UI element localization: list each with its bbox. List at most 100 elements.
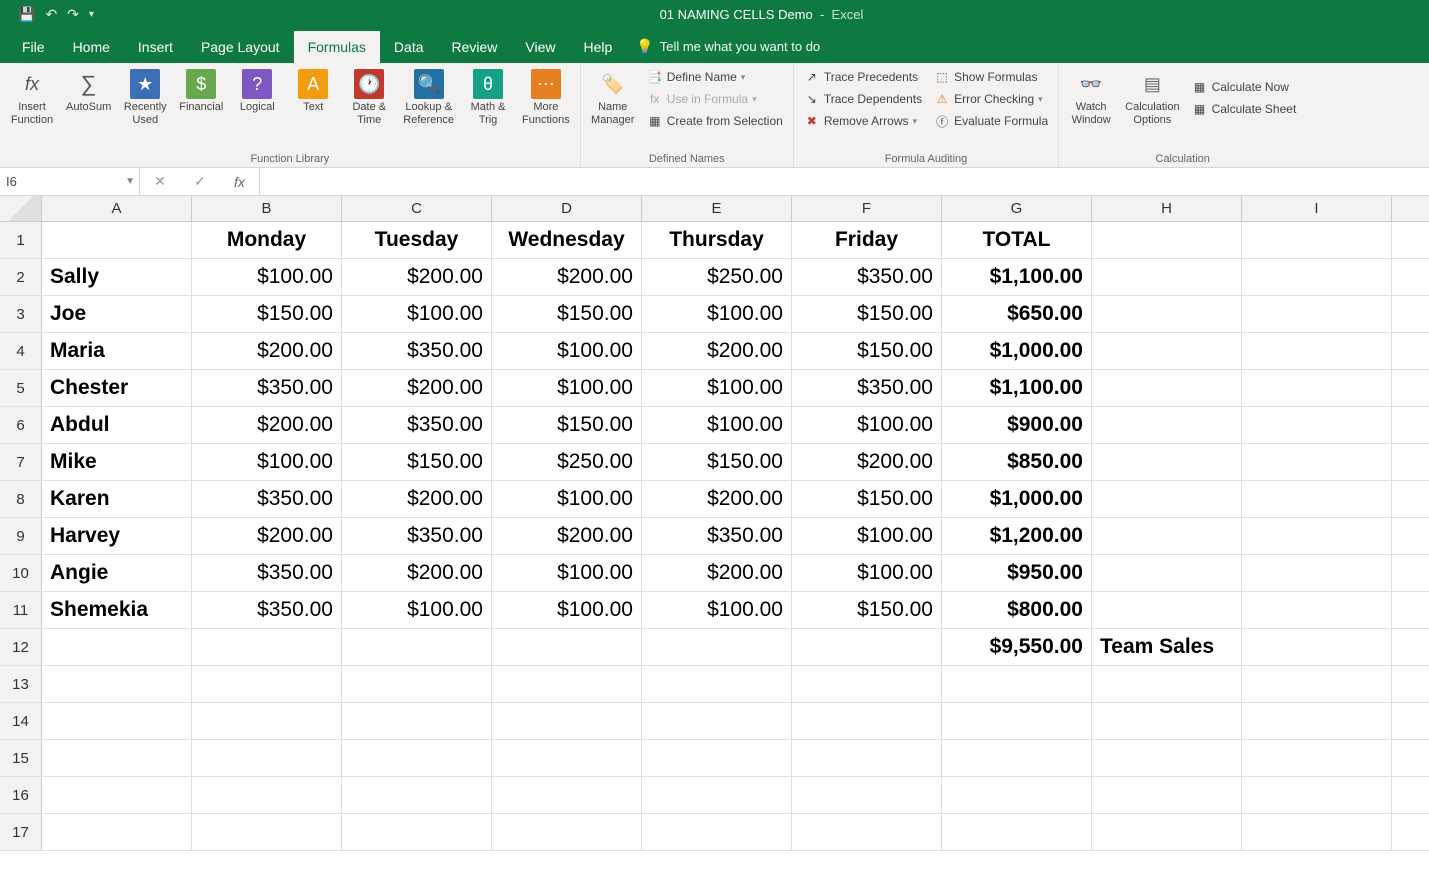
row-header[interactable]: 2 [0,259,42,295]
math-trig-button[interactable]: θMath & Trig [462,67,514,128]
cell[interactable]: $150.00 [192,296,342,332]
cell[interactable]: Shemekia [42,592,192,628]
row-header[interactable]: 5 [0,370,42,406]
chevron-down-icon[interactable]: ▼ [125,176,135,187]
cell[interactable] [792,777,942,813]
row-header[interactable]: 11 [0,592,42,628]
row-header[interactable]: 3 [0,296,42,332]
cell[interactable] [492,703,642,739]
cell[interactable]: $250.00 [492,444,642,480]
cell[interactable] [42,814,192,850]
row-header[interactable]: 7 [0,444,42,480]
cell[interactable] [1092,703,1242,739]
cell[interactable]: Monday [192,222,342,258]
cell[interactable] [342,703,492,739]
cell[interactable]: $350.00 [342,518,492,554]
row-header[interactable]: 17 [0,814,42,850]
cell[interactable]: $900.00 [942,407,1092,443]
row-header[interactable]: 8 [0,481,42,517]
cell[interactable]: Mike [42,444,192,480]
row-header[interactable]: 16 [0,777,42,813]
cell[interactable] [942,666,1092,702]
cell[interactable] [792,814,942,850]
row-header[interactable]: 9 [0,518,42,554]
cell[interactable]: $200.00 [792,444,942,480]
cell[interactable]: $1,000.00 [942,333,1092,369]
use-in-formula-button[interactable]: fxUse in Formula▾ [643,89,787,109]
cell[interactable]: $100.00 [342,592,492,628]
save-icon[interactable]: 💾 [18,6,35,23]
cell[interactable]: $200.00 [342,370,492,406]
trace-dependents-button[interactable]: ↘Trace Dependents [800,89,926,109]
cell[interactable] [1092,296,1242,332]
cell[interactable]: $100.00 [492,333,642,369]
cell[interactable] [192,814,342,850]
cell[interactable]: $100.00 [192,259,342,295]
cell[interactable] [1242,740,1392,776]
row-header[interactable]: 10 [0,555,42,591]
cell[interactable]: Thursday [642,222,792,258]
define-name-button[interactable]: 📑Define Name▾ [643,67,787,87]
cell[interactable] [492,814,642,850]
tab-formulas[interactable]: Formulas [294,31,380,63]
cell[interactable]: $100.00 [792,407,942,443]
cell[interactable]: $150.00 [642,444,792,480]
cell[interactable] [642,777,792,813]
cell[interactable]: $200.00 [642,333,792,369]
cell[interactable]: Abdul [42,407,192,443]
calculate-sheet-button[interactable]: ▦Calculate Sheet [1188,99,1301,119]
cell[interactable]: $350.00 [192,481,342,517]
cell[interactable] [192,703,342,739]
cell[interactable] [342,666,492,702]
cancel-formula-icon[interactable]: ✕ [154,173,166,190]
calculation-options-button[interactable]: ▤Calculation Options [1121,67,1183,128]
cell[interactable] [1092,370,1242,406]
column-header-C[interactable]: C [342,196,492,221]
cell[interactable] [792,666,942,702]
cell[interactable] [1242,222,1392,258]
cell[interactable]: $150.00 [792,296,942,332]
cell[interactable]: $350.00 [192,592,342,628]
cell[interactable]: $100.00 [642,407,792,443]
cell[interactable]: $850.00 [942,444,1092,480]
cell[interactable]: $100.00 [192,444,342,480]
cell[interactable]: $200.00 [642,555,792,591]
column-header-A[interactable]: A [42,196,192,221]
cell[interactable]: $100.00 [492,370,642,406]
cell[interactable] [1092,666,1242,702]
cell[interactable]: $100.00 [492,555,642,591]
cell[interactable] [1242,370,1392,406]
cell[interactable]: $100.00 [642,592,792,628]
cell[interactable] [1242,703,1392,739]
row-header[interactable]: 15 [0,740,42,776]
column-header-B[interactable]: B [192,196,342,221]
column-header-G[interactable]: G [942,196,1092,221]
insert-function-button[interactable]: fxInsert Function [6,67,58,128]
cell[interactable] [1092,333,1242,369]
cell[interactable]: $200.00 [342,481,492,517]
cell[interactable] [342,629,492,665]
cell[interactable] [642,666,792,702]
cell[interactable]: $950.00 [942,555,1092,591]
autosum-button[interactable]: ∑AutoSum [62,67,115,128]
cell[interactable] [342,777,492,813]
remove-arrows-button[interactable]: ✖Remove Arrows▾ [800,111,926,131]
undo-icon[interactable]: ↶ [45,6,57,23]
cell[interactable] [192,629,342,665]
cell[interactable]: $350.00 [342,407,492,443]
name-manager-button[interactable]: 🏷️Name Manager [587,67,639,131]
qat-customize-icon[interactable]: ▾ [89,9,94,20]
cell[interactable]: Maria [42,333,192,369]
cell[interactable] [1242,296,1392,332]
cell[interactable] [642,814,792,850]
tab-help[interactable]: Help [570,31,627,63]
cell[interactable]: $100.00 [642,370,792,406]
cell[interactable]: $150.00 [492,296,642,332]
cell[interactable]: Sally [42,259,192,295]
tab-data[interactable]: Data [380,31,438,63]
cell[interactable]: $200.00 [642,481,792,517]
cell[interactable] [1242,666,1392,702]
trace-precedents-button[interactable]: ↗Trace Precedents [800,67,926,87]
cell[interactable]: $150.00 [792,592,942,628]
cell[interactable]: $200.00 [192,518,342,554]
